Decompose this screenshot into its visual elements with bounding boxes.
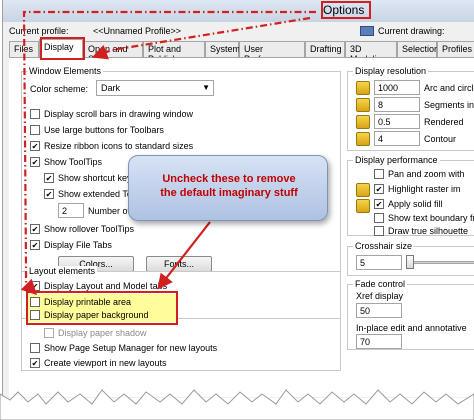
torn-edge-path xyxy=(0,389,474,420)
callout-bubble: Uncheck these to remove the default imag… xyxy=(128,155,328,221)
arrow-to-layout-options xyxy=(22,10,316,286)
arrow-head-layout xyxy=(20,278,38,296)
arrow-to-display-tab xyxy=(91,16,311,60)
torn-edge xyxy=(0,389,474,420)
screenshot-stage: Options Current profile: <<Unnamed Profi… xyxy=(0,0,474,420)
arrow-from-callout xyxy=(157,221,211,290)
callout-text: Uncheck these to remove the default imag… xyxy=(160,173,298,199)
